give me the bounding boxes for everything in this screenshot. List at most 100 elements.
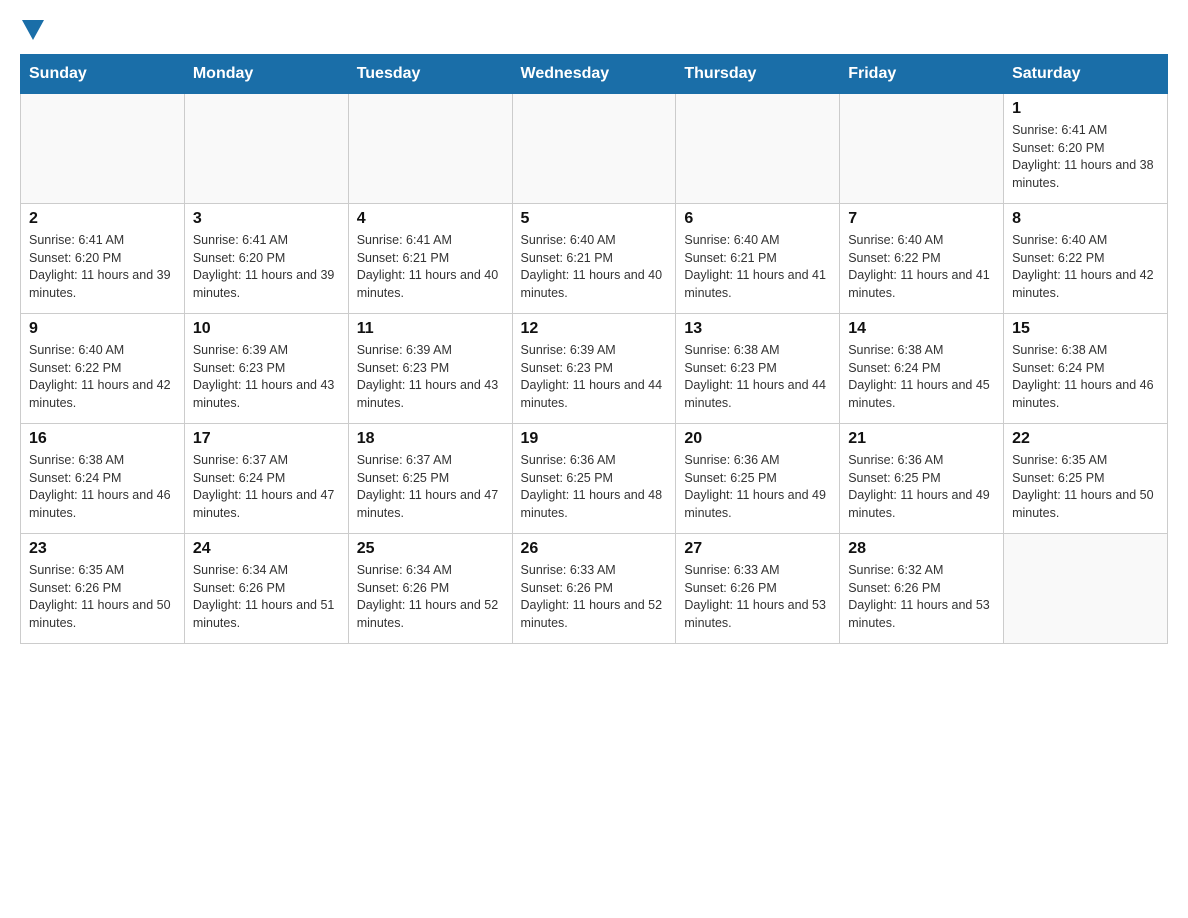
day-info: Sunrise: 6:38 AM Sunset: 6:24 PM Dayligh…	[848, 342, 995, 412]
logo-arrow-icon	[22, 20, 44, 40]
day-info: Sunrise: 6:40 AM Sunset: 6:21 PM Dayligh…	[521, 232, 668, 302]
calendar-cell: 19 Sunrise: 6:36 AM Sunset: 6:25 PM Dayli…	[512, 424, 676, 534]
day-info: Sunrise: 6:36 AM Sunset: 6:25 PM Dayligh…	[848, 452, 995, 522]
day-number: 1	[1012, 100, 1159, 118]
calendar-cell: 25 Sunrise: 6:34 AM Sunset: 6:26 PM Dayli…	[348, 534, 512, 644]
day-info: Sunrise: 6:39 AM Sunset: 6:23 PM Dayligh…	[521, 342, 668, 412]
day-info: Sunrise: 6:41 AM Sunset: 6:20 PM Dayligh…	[1012, 122, 1159, 192]
day-number: 23	[29, 540, 176, 558]
calendar-cell: 7 Sunrise: 6:40 AM Sunset: 6:22 PM Daylig…	[840, 204, 1004, 314]
header-day-thursday: Thursday	[676, 55, 840, 94]
header-day-saturday: Saturday	[1004, 55, 1168, 94]
day-info: Sunrise: 6:36 AM Sunset: 6:25 PM Dayligh…	[684, 452, 831, 522]
day-number: 19	[521, 430, 668, 448]
day-info: Sunrise: 6:38 AM Sunset: 6:24 PM Dayligh…	[29, 452, 176, 522]
day-info: Sunrise: 6:40 AM Sunset: 6:22 PM Dayligh…	[29, 342, 176, 412]
day-info: Sunrise: 6:36 AM Sunset: 6:25 PM Dayligh…	[521, 452, 668, 522]
day-number: 20	[684, 430, 831, 448]
day-info: Sunrise: 6:40 AM Sunset: 6:22 PM Dayligh…	[1012, 232, 1159, 302]
header-day-tuesday: Tuesday	[348, 55, 512, 94]
day-info: Sunrise: 6:33 AM Sunset: 6:26 PM Dayligh…	[684, 562, 831, 632]
calendar-cell: 28Sunrise: 6:32 AM Sunset: 6:26 PM Dayli…	[840, 534, 1004, 644]
day-number: 25	[357, 540, 504, 558]
day-number: 14	[848, 320, 995, 338]
day-number: 13	[684, 320, 831, 338]
header-row: SundayMondayTuesdayWednesdayThursdayFrid…	[21, 55, 1168, 94]
day-info: Sunrise: 6:37 AM Sunset: 6:25 PM Dayligh…	[357, 452, 504, 522]
day-info: Sunrise: 6:35 AM Sunset: 6:26 PM Dayligh…	[29, 562, 176, 632]
calendar-cell: 2Sunrise: 6:41 AM Sunset: 6:20 PM Daylig…	[21, 204, 185, 314]
day-number: 12	[521, 320, 668, 338]
day-info: Sunrise: 6:37 AM Sunset: 6:24 PM Dayligh…	[193, 452, 340, 522]
calendar-cell: 16 Sunrise: 6:38 AM Sunset: 6:24 PM Dayli…	[21, 424, 185, 534]
calendar-cell: 6Sunrise: 6:40 AM Sunset: 6:21 PM Daylig…	[676, 204, 840, 314]
day-info: Sunrise: 6:41 AM Sunset: 6:21 PM Dayligh…	[357, 232, 504, 302]
day-number: 11	[357, 320, 504, 338]
day-number: 18	[357, 430, 504, 448]
day-number: 2	[29, 210, 176, 228]
day-number: 17	[193, 430, 340, 448]
day-number: 8	[1012, 210, 1159, 228]
day-number: 24	[193, 540, 340, 558]
day-number: 16	[29, 430, 176, 448]
day-info: Sunrise: 6:38 AM Sunset: 6:23 PM Dayligh…	[684, 342, 831, 412]
day-number: 27	[684, 540, 831, 558]
day-number: 3	[193, 210, 340, 228]
calendar-cell	[348, 94, 512, 204]
day-number: 4	[357, 210, 504, 228]
day-number: 6	[684, 210, 831, 228]
calendar-cell	[840, 94, 1004, 204]
calendar-cell: 26Sunrise: 6:33 AM Sunset: 6:26 PM Dayli…	[512, 534, 676, 644]
calendar-week-row: 9 Sunrise: 6:40 AM Sunset: 6:22 PM Daylig…	[21, 314, 1168, 424]
calendar-cell	[676, 94, 840, 204]
day-number: 7	[848, 210, 995, 228]
calendar-cell: 11 Sunrise: 6:39 AM Sunset: 6:23 PM Dayli…	[348, 314, 512, 424]
day-number: 15	[1012, 320, 1159, 338]
calendar-cell: 18 Sunrise: 6:37 AM Sunset: 6:25 PM Dayli…	[348, 424, 512, 534]
calendar-header: SundayMondayTuesdayWednesdayThursdayFrid…	[21, 55, 1168, 94]
header-day-sunday: Sunday	[21, 55, 185, 94]
day-info: Sunrise: 6:34 AM Sunset: 6:26 PM Dayligh…	[357, 562, 504, 632]
day-number: 28	[848, 540, 995, 558]
day-info: Sunrise: 6:38 AM Sunset: 6:24 PM Dayligh…	[1012, 342, 1159, 412]
calendar-week-row: 23 Sunrise: 6:35 AM Sunset: 6:26 PM Dayli…	[21, 534, 1168, 644]
calendar-cell: 8 Sunrise: 6:40 AM Sunset: 6:22 PM Daylig…	[1004, 204, 1168, 314]
calendar-cell	[512, 94, 676, 204]
day-number: 5	[521, 210, 668, 228]
calendar-week-row: 16 Sunrise: 6:38 AM Sunset: 6:24 PM Dayli…	[21, 424, 1168, 534]
calendar-cell: 5 Sunrise: 6:40 AM Sunset: 6:21 PM Daylig…	[512, 204, 676, 314]
day-info: Sunrise: 6:39 AM Sunset: 6:23 PM Dayligh…	[357, 342, 504, 412]
calendar-cell: 12 Sunrise: 6:39 AM Sunset: 6:23 PM Dayli…	[512, 314, 676, 424]
calendar-table: SundayMondayTuesdayWednesdayThursdayFrid…	[20, 54, 1168, 644]
day-info: Sunrise: 6:35 AM Sunset: 6:25 PM Dayligh…	[1012, 452, 1159, 522]
calendar-cell	[184, 94, 348, 204]
day-number: 10	[193, 320, 340, 338]
day-info: Sunrise: 6:34 AM Sunset: 6:26 PM Dayligh…	[193, 562, 340, 632]
calendar-body: 1 Sunrise: 6:41 AM Sunset: 6:20 PM Daylig…	[21, 94, 1168, 644]
calendar-cell: 17 Sunrise: 6:37 AM Sunset: 6:24 PM Dayli…	[184, 424, 348, 534]
calendar-cell: 13 Sunrise: 6:38 AM Sunset: 6:23 PM Dayli…	[676, 314, 840, 424]
day-number: 21	[848, 430, 995, 448]
calendar-cell: 1 Sunrise: 6:41 AM Sunset: 6:20 PM Daylig…	[1004, 94, 1168, 204]
calendar-week-row: 1 Sunrise: 6:41 AM Sunset: 6:20 PM Daylig…	[21, 94, 1168, 204]
day-number: 22	[1012, 430, 1159, 448]
calendar-cell: 27 Sunrise: 6:33 AM Sunset: 6:26 PM Dayli…	[676, 534, 840, 644]
calendar-cell: 21 Sunrise: 6:36 AM Sunset: 6:25 PM Dayli…	[840, 424, 1004, 534]
header-day-friday: Friday	[840, 55, 1004, 94]
calendar-cell: 20 Sunrise: 6:36 AM Sunset: 6:25 PM Dayli…	[676, 424, 840, 534]
calendar-cell: 10 Sunrise: 6:39 AM Sunset: 6:23 PM Dayli…	[184, 314, 348, 424]
calendar-cell: 4 Sunrise: 6:41 AM Sunset: 6:21 PM Daylig…	[348, 204, 512, 314]
page-header	[20, 20, 1168, 38]
day-number: 9	[29, 320, 176, 338]
calendar-cell	[21, 94, 185, 204]
day-info: Sunrise: 6:41 AM Sunset: 6:20 PM Dayligh…	[193, 232, 340, 302]
logo	[20, 20, 44, 38]
day-info: Sunrise: 6:39 AM Sunset: 6:23 PM Dayligh…	[193, 342, 340, 412]
day-info: Sunrise: 6:40 AM Sunset: 6:22 PM Dayligh…	[848, 232, 995, 302]
calendar-cell: 22 Sunrise: 6:35 AM Sunset: 6:25 PM Dayli…	[1004, 424, 1168, 534]
header-day-monday: Monday	[184, 55, 348, 94]
calendar-cell: 9 Sunrise: 6:40 AM Sunset: 6:22 PM Daylig…	[21, 314, 185, 424]
header-day-wednesday: Wednesday	[512, 55, 676, 94]
calendar-cell: 3 Sunrise: 6:41 AM Sunset: 6:20 PM Daylig…	[184, 204, 348, 314]
calendar-cell: 23 Sunrise: 6:35 AM Sunset: 6:26 PM Dayli…	[21, 534, 185, 644]
